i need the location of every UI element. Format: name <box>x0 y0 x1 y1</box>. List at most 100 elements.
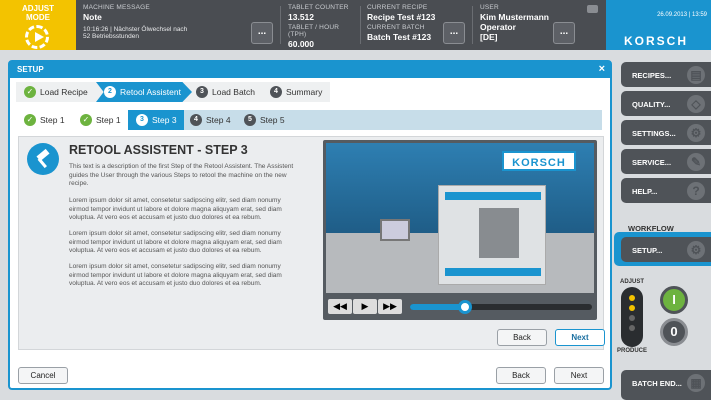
check-icon: ✓ <box>24 114 36 126</box>
video-frame: KORSCH <box>326 143 594 293</box>
recipe-icon: ▤ <box>687 66 705 84</box>
back-button[interactable]: Back <box>496 367 546 384</box>
crumb-label: Load Recipe <box>40 87 88 97</box>
divider <box>472 6 473 44</box>
step-number: 4 <box>190 114 202 126</box>
video-scrubber[interactable] <box>457 300 472 314</box>
video-player[interactable]: KORSCH ◀◀ ▶ ▶▶ <box>323 140 597 320</box>
camera-icon[interactable] <box>587 5 598 13</box>
divider <box>360 6 361 44</box>
crumb-label: Retool Assistent <box>120 87 181 97</box>
check-icon: ✓ <box>24 86 36 98</box>
tab-step-5[interactable]: 5 Step 5 <box>236 110 292 130</box>
tab-step-1[interactable]: ✓ Step 1 <box>16 110 72 130</box>
tab-label: Step 3 <box>152 115 177 125</box>
recipe-more-button[interactable]: ... <box>443 22 465 44</box>
divider <box>280 6 281 44</box>
tab-label: Step 1 <box>40 115 65 125</box>
rewind-icon[interactable]: ◀◀ <box>328 299 352 314</box>
machine-message-detail: 10:16:26 | Nächster Ölwechsel nach <box>83 26 188 33</box>
stop-button[interactable]: 0 <box>660 318 688 346</box>
recipe-value: Recipe Test #123 <box>367 12 436 22</box>
step-number: 5 <box>244 114 256 126</box>
tab-label: Step 4 <box>206 115 231 125</box>
tab-label: Step 1 <box>96 115 121 125</box>
inner-back-button[interactable]: Back <box>497 329 547 346</box>
mode-switch[interactable] <box>621 287 643 347</box>
dialog-title: SETUP <box>17 65 44 74</box>
machine-message: MACHINE MESSAGE Note 10:16:26 | Nächster… <box>83 4 218 54</box>
quality-button[interactable]: QUALITY... ◇ <box>621 91 711 116</box>
tab-step-4[interactable]: 4 Step 4 <box>182 110 238 130</box>
recipes-button[interactable]: RECIPES... ▤ <box>621 62 711 87</box>
flag-icon: ▦ <box>687 374 705 392</box>
step-number: 4 <box>270 86 282 98</box>
adjust-mode-indicator[interactable]: ADJUST MODE <box>0 0 76 50</box>
service-label: SERVICE... <box>632 158 672 167</box>
brand-header: 26.09.2013 | 13:59 KORSCH <box>606 0 711 50</box>
hammer-icon <box>27 143 59 175</box>
check-icon: ✓ <box>80 114 92 126</box>
machine-message-value: Note <box>83 12 102 22</box>
inner-next-button[interactable]: Next <box>555 329 605 346</box>
indicator-light <box>629 325 635 331</box>
user-label: USER <box>480 4 499 11</box>
settings-label: SETTINGS... <box>632 129 676 138</box>
recipes-label: RECIPES... <box>632 71 672 80</box>
step-number: 3 <box>196 86 208 98</box>
datetime: 26.09.2013 | 13:59 <box>657 12 707 18</box>
play-icon <box>25 25 49 49</box>
machine-image <box>438 185 546 285</box>
help-icon: ? <box>687 182 705 200</box>
service-button[interactable]: SERVICE... ✎ <box>621 149 711 174</box>
indicator-light <box>629 295 635 301</box>
indicator-light <box>629 305 635 311</box>
tablet-counter: TABLET COUNTER 13.512 TABLET / HOUR (TPH… <box>288 4 358 54</box>
wrench-icon: ✎ <box>687 153 705 171</box>
machine-screen <box>380 219 410 241</box>
batch-label: CURRENT BATCH <box>367 24 425 31</box>
help-button[interactable]: HELP...? <box>621 178 711 203</box>
tab-step-2[interactable]: ✓ Step 1 <box>72 110 128 130</box>
adjust-mode-label: ADJUST MODE <box>21 4 54 22</box>
indicator-light <box>629 315 635 321</box>
user-info: USER Kim Mustermann Operator [DE] <box>480 4 550 54</box>
machine-message-label: MACHINE MESSAGE <box>83 4 150 11</box>
settings-button[interactable]: SETTINGS... ⚙ <box>621 120 711 145</box>
video-progress-track[interactable] <box>410 300 592 314</box>
gear-icon: ⚙ <box>687 241 705 259</box>
tab-step-3[interactable]: 3 Step 3 <box>128 110 184 130</box>
batch-end-button[interactable]: BATCH END... ▦ <box>621 370 711 400</box>
video-controls: ◀◀ ▶ ▶▶ <box>326 296 594 318</box>
start-button[interactable]: I <box>660 286 688 314</box>
fast-forward-icon[interactable]: ▶▶ <box>378 299 402 314</box>
step-content: RETOOL ASSISTENT - STEP 3 This text is a… <box>18 136 605 350</box>
setup-dialog: SETUP × ✓ Load Recipe 2 Retool Assistent… <box>8 60 612 390</box>
machine-message-detail-2: 52 Betriebsstunden <box>83 33 140 40</box>
tablet-hour-value: 60.000 <box>288 39 314 49</box>
gear-icon: ⚙ <box>687 124 705 142</box>
tablet-counter-label: TABLET COUNTER <box>288 4 349 11</box>
korsch-logo: KORSCH <box>624 34 689 48</box>
crumb-load-batch[interactable]: 3 Load Batch <box>188 82 266 102</box>
crumb-summary[interactable]: 4 Summary <box>262 82 330 102</box>
next-button[interactable]: Next <box>554 367 604 384</box>
step-tabs: ✓ Step 1 ✓ Step 1 3 Step 3 4 Step 4 5 St… <box>16 110 602 130</box>
tab-label: Step 5 <box>260 115 285 125</box>
close-icon[interactable]: × <box>599 63 605 75</box>
top-status-bar: ADJUST MODE MACHINE MESSAGE Note 10:16:2… <box>0 0 711 50</box>
lorem-paragraph: Lorem ipsum dolor sit amet, consetetur s… <box>69 197 282 221</box>
crumb-load-recipe[interactable]: ✓ Load Recipe <box>16 82 100 102</box>
user-language: [DE] <box>480 32 498 42</box>
diamond-icon: ◇ <box>687 95 705 113</box>
video-progress-fill <box>410 304 465 310</box>
machine-message-more-button[interactable]: ... <box>251 22 273 44</box>
quality-label: QUALITY... <box>632 100 671 109</box>
user-more-button[interactable]: ... <box>553 22 575 44</box>
crumb-retool-assistent[interactable]: 2 Retool Assistent <box>96 82 192 102</box>
recipe-label: CURRENT RECIPE <box>367 4 428 11</box>
setup-button[interactable]: SETUP... ⚙ <box>621 237 711 262</box>
cancel-button[interactable]: Cancel <box>18 367 68 384</box>
play-icon[interactable]: ▶ <box>353 299 377 314</box>
user-name: Kim Mustermann <box>480 12 549 22</box>
